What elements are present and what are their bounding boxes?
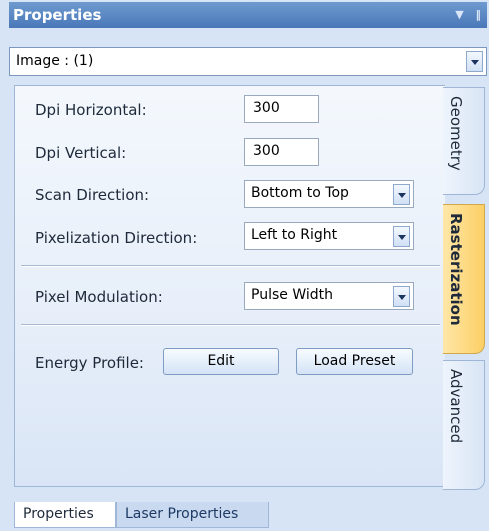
object-selector[interactable]: Image : (1) [9, 47, 487, 76]
panel-title: Properties [13, 6, 102, 24]
chevron-down-icon [398, 235, 406, 240]
tab-rasterization-label: Rasterization [447, 213, 465, 326]
tab-laser-properties-label: Laser Properties [125, 506, 239, 522]
pin-icon[interactable]: ‖ [476, 8, 482, 21]
object-selector-dropdown-button[interactable] [466, 51, 483, 72]
pixelization-direction-label: Pixelization Direction: [35, 229, 198, 247]
edit-energy-profile-button[interactable]: Edit [163, 348, 279, 375]
tab-geometry[interactable]: Geometry [443, 87, 485, 195]
energy-profile-label: Energy Profile: [35, 354, 144, 372]
pixel-modulation-label: Pixel Modulation: [35, 288, 163, 306]
dropdown-icon[interactable]: ▼ [455, 8, 463, 21]
tab-geometry-label: Geometry [447, 96, 465, 171]
dpi-vertical-input[interactable]: 300 [244, 138, 319, 166]
properties-panel: Properties ▼ ‖ Image : (1) Dpi Horizonta… [0, 0, 489, 531]
dpi-vertical-label: Dpi Vertical: [35, 144, 127, 162]
scan-direction-dropdown-button[interactable] [393, 184, 410, 205]
chevron-down-icon [398, 193, 406, 198]
chevron-down-icon [471, 60, 479, 65]
pixelization-direction-dropdown-button[interactable] [393, 226, 410, 247]
tab-properties-label: Properties [23, 506, 94, 522]
scan-direction-select[interactable]: Bottom to Top [244, 180, 414, 208]
tab-laser-properties[interactable]: Laser Properties [116, 502, 269, 528]
tab-advanced-label: Advanced [447, 369, 465, 444]
scan-direction-label: Scan Direction: [35, 186, 150, 204]
object-selector-value: Image : (1) [16, 53, 94, 69]
pixelization-direction-value: Left to Right [251, 227, 338, 243]
dpi-horizontal-input[interactable]: 300 [244, 95, 319, 123]
tab-rasterization[interactable]: Rasterization [443, 204, 485, 354]
pixel-modulation-select[interactable]: Pulse Width [244, 282, 414, 310]
pixelization-direction-select[interactable]: Left to Right [244, 222, 414, 250]
tab-advanced[interactable]: Advanced [443, 360, 485, 490]
load-preset-button[interactable]: Load Preset [296, 348, 413, 375]
scan-direction-value: Bottom to Top [251, 185, 349, 201]
pixel-modulation-dropdown-button[interactable] [393, 286, 410, 307]
dpi-horizontal-label: Dpi Horizontal: [35, 101, 147, 119]
title-tools: ▼ ‖ [447, 8, 481, 21]
chevron-down-icon [398, 295, 406, 300]
section-divider [21, 265, 440, 267]
title-bar: Properties ▼ ‖ [9, 2, 487, 28]
tab-properties[interactable]: Properties [14, 502, 116, 528]
pixel-modulation-value: Pulse Width [251, 287, 333, 303]
rasterization-content: Dpi Horizontal: 300 Dpi Vertical: 300 Sc… [14, 85, 445, 487]
section-divider [21, 324, 440, 326]
